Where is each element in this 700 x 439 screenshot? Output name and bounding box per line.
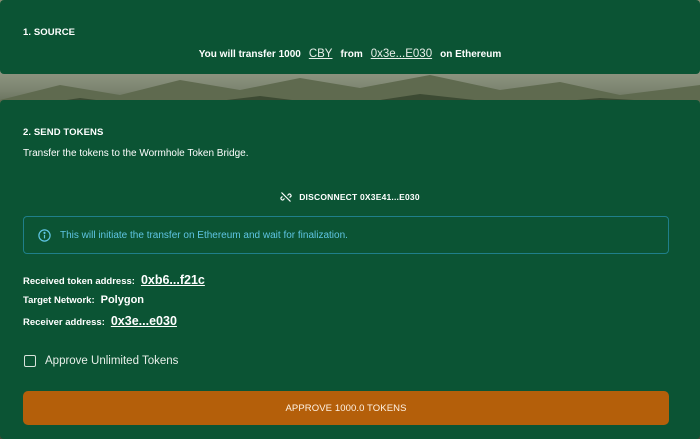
checkbox-icon[interactable] <box>24 355 36 367</box>
disconnect-label: DISCONNECT 0X3E41...E030 <box>299 192 420 202</box>
disconnect-wallet-button[interactable]: DISCONNECT 0X3E41...E030 <box>0 191 700 203</box>
info-text: This will initiate the transfer on Ether… <box>60 229 348 241</box>
approve-unlimited-toggle[interactable]: Approve Unlimited Tokens <box>24 355 178 367</box>
received-token-label: Received token address: <box>23 276 135 287</box>
receiver-address-row: Receiver address: 0x3e...e030 <box>23 314 177 328</box>
send-tokens-card: 2. SEND TOKENS Transfer the tokens to th… <box>0 100 700 439</box>
receiver-address-label: Receiver address: <box>23 317 105 328</box>
received-token-address[interactable]: 0xb6...f21c <box>141 273 205 287</box>
target-network-value: Polygon <box>100 294 145 306</box>
receiver-address[interactable]: 0x3e...e030 <box>111 314 177 328</box>
source-card: 1. SOURCE You will transfer 1000 CBY fro… <box>0 0 700 74</box>
approve-tokens-button[interactable]: APPROVE 1000.0 TOKENS <box>23 391 669 425</box>
info-alert: This will initiate the transfer on Ether… <box>23 216 669 254</box>
info-icon <box>38 228 51 242</box>
link-off-icon <box>280 191 292 203</box>
source-chain: on Ethereum <box>440 49 502 60</box>
target-network-row: Target Network: Polygon <box>23 294 144 306</box>
send-section-title: 2. SEND TOKENS <box>23 127 104 138</box>
received-token-row: Received token address: 0xb6...f21c <box>23 273 205 287</box>
target-network-label: Target Network: <box>23 295 95 306</box>
from-label: from <box>340 49 363 60</box>
source-section-title: 1. SOURCE <box>23 27 76 38</box>
transfer-prefix: You will transfer 1000 <box>198 49 301 60</box>
source-address[interactable]: 0x3e...E030 <box>371 48 432 60</box>
token-symbol[interactable]: CBY <box>309 48 333 60</box>
transfer-summary: You will transfer 1000 CBY from 0x3e...E… <box>0 48 700 60</box>
approve-unlimited-label: Approve Unlimited Tokens <box>45 355 179 367</box>
send-subtitle: Transfer the tokens to the Wormhole Toke… <box>23 148 249 159</box>
